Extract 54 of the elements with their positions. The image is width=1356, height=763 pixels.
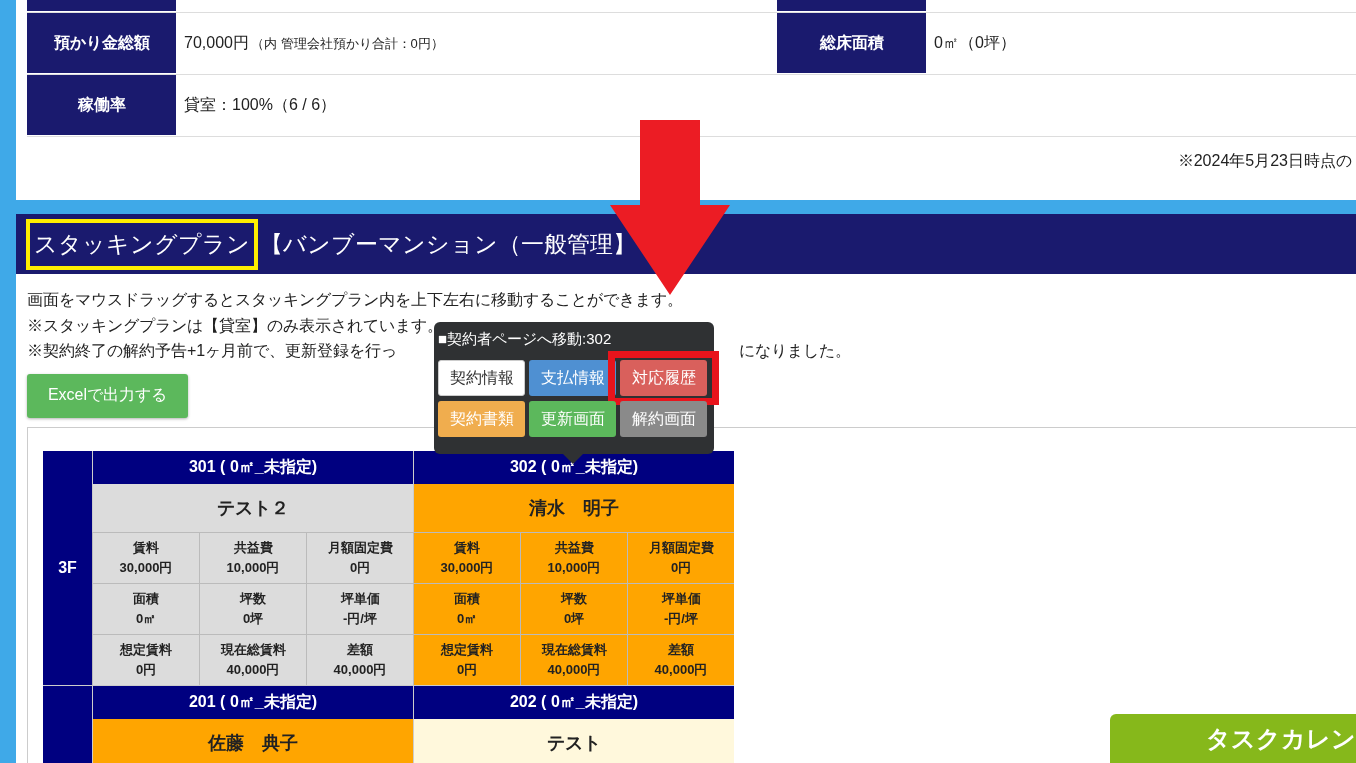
row-label: 総床面積: [777, 13, 926, 74]
cell-value: 40,000円: [654, 660, 708, 679]
cell-value: 0円: [670, 558, 692, 577]
cell-value: -円/坪: [664, 609, 698, 628]
info-text: ※契約終了の解約予告+1ヶ月前で、更新登録を行っ: [27, 341, 398, 361]
cell-value: 30,000円: [440, 558, 494, 577]
cell-label: 面積: [454, 589, 480, 608]
info-text: 画面をマウスドラッグするとスタッキングプラン内を上下左右に移動することができます。: [27, 290, 683, 310]
cell-value: 0円: [135, 660, 157, 679]
cell-value: 0坪: [242, 609, 264, 628]
cell-value: 40,000円: [226, 660, 280, 679]
cell-value: 10,000円: [547, 558, 601, 577]
cell-label: 差額: [347, 640, 373, 659]
popup-button[interactable]: 対応履歴: [620, 360, 707, 396]
cell-label: 共益費: [554, 538, 594, 557]
cell-label: 想定賃料: [120, 640, 172, 659]
cell-label: 共益費: [233, 538, 273, 557]
cell-value: 10,000円: [226, 558, 280, 577]
cell-label: 坪単価: [340, 589, 380, 608]
row-value: 70,000円（内 管理会社預かり合計：0円）: [183, 33, 445, 53]
cell-value: 0坪: [563, 609, 585, 628]
cell-label: 賃料: [454, 538, 480, 557]
cell-label: 月額固定費: [327, 538, 393, 557]
cell-label: 坪数: [240, 589, 266, 608]
cell-label: 現在総賃料: [220, 640, 286, 659]
cell-label: 面積: [133, 589, 159, 608]
section-title: スタッキングプラン: [26, 218, 258, 270]
cell-label: 差額: [668, 640, 694, 659]
cell-label: 賃料: [133, 538, 159, 557]
cell-value: 0㎡: [456, 609, 478, 628]
cell-value: -円/坪: [343, 609, 377, 628]
cell-label: 想定賃料: [441, 640, 493, 659]
date-note: ※2024年5月23日時点の: [1177, 151, 1352, 171]
cell-value: 0円: [349, 558, 371, 577]
row-value: 貸室：100%（6 / 6）: [183, 95, 338, 115]
popup-button[interactable]: 契約情報: [438, 360, 525, 396]
cell-label: 月額固定費: [648, 538, 714, 557]
cell-value: 0㎡: [135, 609, 157, 628]
unit-header[interactable]: 202 ( 0㎡_未指定): [413, 685, 734, 719]
cell-label: 坪単価: [661, 589, 701, 608]
unit-header[interactable]: 301 ( 0㎡_未指定): [92, 450, 413, 484]
cell-label: 現在総賃料: [541, 640, 607, 659]
row-label: 預かり金総額: [27, 13, 176, 74]
property-name: 【バンブーマンション（一般管理】: [260, 229, 636, 259]
cell-value: 40,000円: [333, 660, 387, 679]
floor-label: 3F: [58, 558, 77, 577]
cell-value: 40,000円: [547, 660, 601, 679]
row-value: 0㎡（0坪）: [933, 33, 1017, 53]
cell-value: 30,000円: [119, 558, 173, 577]
cell-label: 坪数: [561, 589, 587, 608]
unit-header[interactable]: 201 ( 0㎡_未指定): [92, 685, 413, 719]
info-text: になりました。: [739, 341, 852, 361]
cell-value: 0円: [456, 660, 478, 679]
row-label: 稼働率: [27, 75, 176, 136]
